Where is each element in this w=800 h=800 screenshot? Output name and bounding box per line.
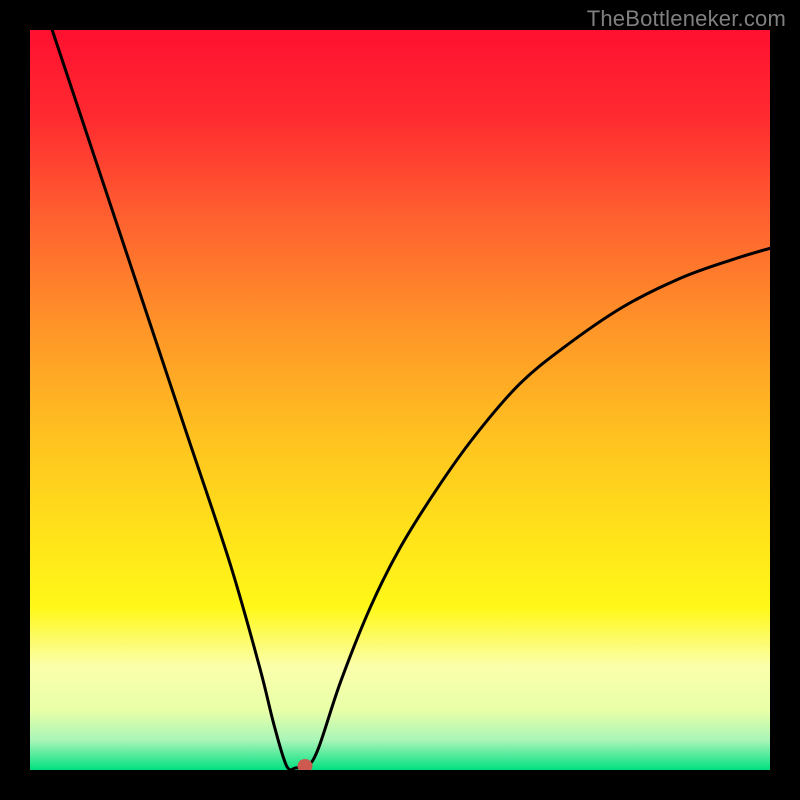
watermark-text: TheBottleneker.com	[587, 6, 786, 32]
chart-curve	[30, 30, 770, 770]
chart-plot-area	[30, 30, 770, 770]
minimum-marker	[298, 759, 313, 770]
